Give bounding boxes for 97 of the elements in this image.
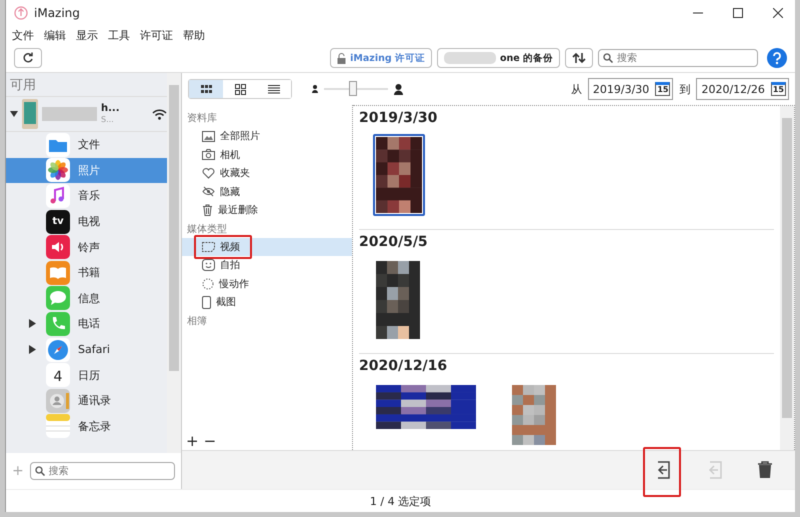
notepad-icon	[46, 414, 70, 438]
help-icon[interactable]	[767, 48, 787, 68]
backup-button[interactable]: one 的备份	[436, 48, 560, 68]
device-name: h...	[101, 103, 121, 114]
section-header: 相簿	[186, 314, 208, 328]
date-heading: 2019/3/30	[359, 109, 438, 128]
sidebar-item[interactable]: 备忘录	[6, 414, 167, 440]
action-button[interactable]	[757, 461, 773, 479]
sidebar-item[interactable]: 电话	[6, 311, 167, 337]
music-note-icon	[46, 184, 70, 208]
image-icon	[202, 130, 215, 142]
zoom-slider[interactable]	[324, 80, 388, 98]
scrollbar[interactable]	[167, 73, 181, 453]
sidebar-item[interactable]: Safari	[6, 336, 167, 362]
menu-item[interactable]: 许可证	[140, 28, 173, 42]
sort-button[interactable]	[565, 48, 593, 68]
album-item[interactable]: 收藏夹	[182, 164, 352, 182]
sidebar-item[interactable]: 音乐	[6, 183, 167, 209]
calendar-button[interactable]: 15	[655, 82, 670, 96]
to-label: 到	[679, 82, 690, 96]
wifi-icon	[152, 108, 167, 120]
scrollbar[interactable]	[780, 106, 794, 450]
speech-bubble-icon	[46, 286, 70, 310]
album-item[interactable]: 隐藏	[182, 182, 352, 201]
from-label: 从	[570, 82, 582, 96]
photo-thumbnail[interactable]	[509, 382, 559, 448]
book-icon	[46, 260, 70, 285]
calendar-app-icon: 4	[46, 363, 70, 388]
blur-patch	[444, 52, 496, 64]
tv-app-icon: tv	[46, 210, 70, 234]
heart-icon	[202, 168, 215, 179]
phone-outline-icon	[202, 296, 211, 309]
sidebar-item[interactable]: 文件	[6, 132, 167, 158]
calendar-button[interactable]: 15	[770, 82, 786, 96]
album-item[interactable]: 相机	[182, 146, 352, 164]
smiley-icon	[202, 259, 215, 272]
contact-icon	[46, 388, 70, 413]
album-item[interactable]: 截图	[182, 293, 352, 312]
add-button[interactable]: +	[186, 432, 199, 450]
sidebar-item[interactable]: tv 电视	[6, 208, 167, 234]
date-field[interactable]: 2019/3/30 15	[588, 78, 674, 100]
sidebar-item[interactable]: 信息	[6, 286, 167, 312]
date-heading: 2020/5/5	[359, 233, 429, 252]
section-header: 资料库	[186, 112, 218, 126]
menu-item[interactable]: 文件	[12, 28, 34, 42]
date-heading: 2020/12/16	[359, 357, 448, 376]
trash-icon	[757, 461, 773, 479]
video-frame-icon	[202, 241, 215, 252]
refresh-button[interactable]	[14, 48, 42, 68]
window-title: iMazing	[34, 6, 80, 20]
compass-icon	[46, 338, 70, 362]
expand-arrow-icon[interactable]	[10, 110, 18, 118]
date-field[interactable]: 2020/12/26 15	[696, 78, 789, 100]
close-icon[interactable]	[773, 8, 783, 18]
folder-icon	[46, 132, 70, 157]
phone-icon	[46, 312, 70, 336]
device-subtitle: S...	[101, 114, 115, 125]
sidebar-item[interactable]: 通讯录	[6, 388, 167, 414]
license-button[interactable]: iMazing 许可证	[330, 48, 432, 68]
phone-device-icon	[22, 99, 38, 129]
section-header: 媒体类型	[186, 222, 228, 236]
remove-button[interactable]: −	[204, 432, 216, 450]
expand-arrow-icon[interactable]	[29, 319, 36, 328]
person-large-icon	[394, 84, 403, 94]
selection-status: 1 / 4 选定项	[370, 494, 432, 508]
album-item[interactable]: 全部照片	[182, 127, 352, 146]
speaker-icon	[46, 235, 70, 260]
view-mode-button[interactable]	[189, 80, 223, 98]
album-item[interactable]: 最近删除	[182, 201, 352, 220]
small-grid-icon	[200, 85, 212, 93]
padlock-icon	[337, 52, 346, 64]
hidden-eye-icon	[202, 186, 215, 198]
large-grid-icon	[234, 84, 246, 94]
menu-item[interactable]: 工具	[108, 28, 130, 42]
flower-icon	[46, 158, 70, 182]
search-field[interactable]: 搜索	[598, 49, 758, 67]
expand-arrow-icon[interactable]	[29, 345, 36, 354]
search-field[interactable]: 搜索	[30, 462, 175, 480]
app-logo-icon	[14, 6, 28, 20]
menu-item[interactable]: 编辑	[44, 28, 66, 42]
album-item[interactable]: 慢动作	[182, 274, 352, 293]
refresh-icon	[22, 52, 34, 64]
list-icon	[268, 84, 280, 94]
sidebar-item[interactable]: 4 日历	[6, 362, 167, 388]
sort-arrows-icon	[572, 52, 586, 64]
trash-icon	[202, 204, 213, 216]
sidebar-item[interactable]: 铃声	[6, 234, 167, 260]
dotted-circle-icon	[202, 278, 214, 290]
sidebar-item[interactable]: 书籍	[6, 260, 167, 286]
camera-icon	[202, 149, 215, 160]
album-item[interactable]: 自拍	[182, 256, 352, 274]
maximize-icon[interactable]	[733, 8, 743, 18]
album-item[interactable]: 视频	[182, 238, 352, 256]
menu-item[interactable]: 显示	[76, 28, 98, 42]
person-small-icon	[312, 85, 318, 93]
blur-patch	[42, 107, 97, 121]
menu-item[interactable]: 帮助	[183, 28, 205, 42]
